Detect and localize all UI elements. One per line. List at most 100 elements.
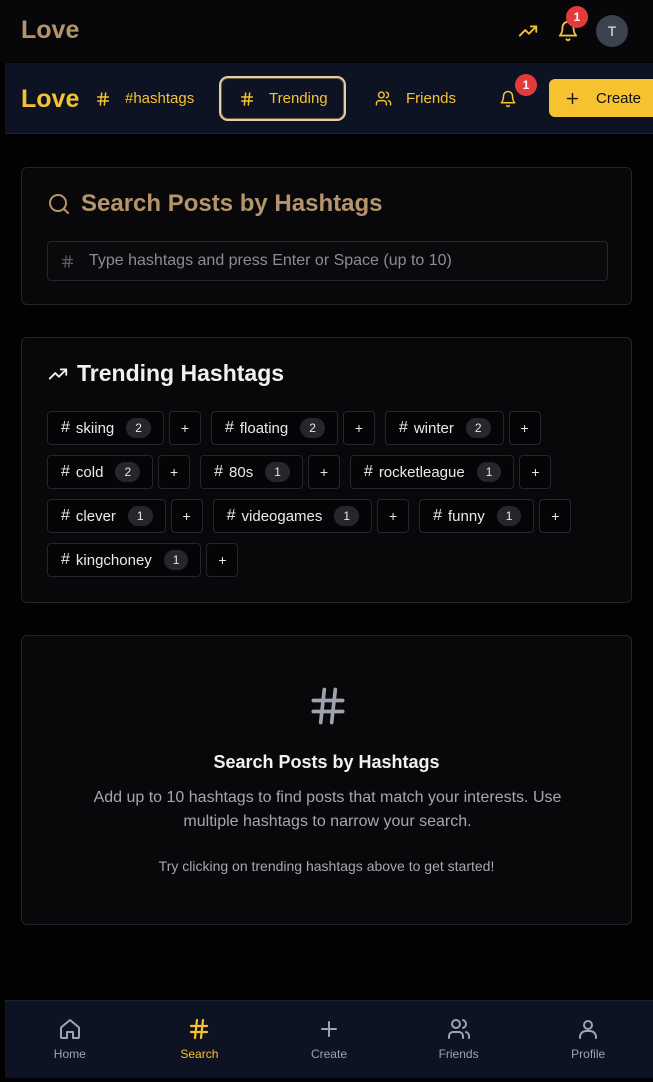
trending-card: Trending Hashtags # skiing 2 + # floating 2 … [21, 337, 632, 603]
tag-group: # kingchoney 1 + [47, 543, 239, 577]
add-hashtag-button[interactable]: + [170, 499, 203, 533]
bottom-nav-label: Friends [438, 1047, 479, 1061]
empty-state-title: Search Posts by Hashtags [213, 752, 440, 772]
bottom-nav-home[interactable]: Home [5, 1001, 135, 1078]
bottom-nav-label: Search [180, 1047, 219, 1061]
trending-tags: # skiing 2 + # floating 2 + # winter 2 + # cold… [47, 411, 617, 577]
hashtag-search-box[interactable] [47, 241, 608, 281]
search-card: Search Posts by Hashtags [21, 167, 632, 305]
hashtag-count: 2 [126, 418, 151, 438]
hashtag-count: 1 [496, 506, 522, 526]
empty-state-hint: Try clicking on trending hashtags above … [158, 858, 495, 874]
hashtag-chip[interactable]: # kingchoney 1 [47, 543, 202, 577]
hashtag-name: floating [239, 419, 289, 437]
search-title-text: Search Posts by Hashtags [81, 190, 383, 217]
hashtag-count: 2 [300, 418, 325, 438]
empty-state-description: Add up to 10 hashtags to find posts that… [93, 789, 562, 830]
add-hashtag-button[interactable]: + [206, 543, 239, 577]
hashtag-count: 2 [465, 418, 491, 438]
notification-badge: 1 [566, 6, 588, 28]
bottom-nav-label: Profile [571, 1047, 606, 1061]
hashtag-count: 1 [476, 462, 502, 482]
nav-bar: Love #hashtags Trending Friends 1 Create [5, 63, 653, 134]
notification-badge: 1 [515, 74, 537, 96]
hashtag-chip[interactable]: # clever 1 [47, 499, 166, 533]
bottom-nav-label: Create [310, 1047, 347, 1061]
create-label: Create [596, 89, 642, 107]
hashtag-chip[interactable]: # skiing 2 [47, 411, 164, 445]
bottom-nav-create[interactable]: Create [264, 1001, 394, 1078]
hashtag-name: videogames [241, 507, 323, 525]
nav-item-trending[interactable]: Trending [219, 76, 346, 121]
tag-group: # skiing 2 + [47, 411, 201, 445]
tag-group: # funny 1 + [419, 499, 572, 533]
trending-icon[interactable] [517, 20, 539, 42]
hashtag-count: 2 [115, 462, 141, 482]
add-hashtag-button[interactable]: + [377, 499, 410, 533]
hashtag-chip[interactable]: # cold 2 [47, 455, 154, 489]
add-hashtag-button[interactable]: + [342, 411, 375, 445]
bell-icon[interactable] [499, 90, 519, 110]
user-icon [579, 1020, 598, 1039]
bottom-nav-friends[interactable]: Friends [394, 1001, 524, 1078]
avatar[interactable]: T [596, 15, 628, 47]
hashtag-name: winter [413, 419, 454, 437]
hashtag-count: 1 [163, 550, 189, 570]
tag-group: #80s 1 + [200, 455, 340, 489]
hashtag-chip[interactable]: # floating 2 [210, 411, 338, 445]
tag-group: # rocketleague 1 + [349, 455, 552, 489]
hashtag-name: 80s [229, 463, 254, 481]
nav-item-hashtags[interactable]: #hashtags [95, 76, 194, 121]
add-hashtag-button[interactable]: + [158, 455, 191, 489]
bottom-nav-search[interactable]: Search [135, 1001, 265, 1078]
hashtag-chip[interactable]: # rocketleague 1 [349, 455, 515, 489]
hash-icon: # [433, 507, 442, 524]
add-hashtag-button[interactable]: + [508, 411, 541, 445]
nav-item-label: Friends [406, 90, 457, 107]
hashtag-chip[interactable]: # winter 2 [384, 411, 504, 445]
tag-group: # floating 2 + [210, 411, 375, 445]
hashtag-name: rocketleague [378, 463, 465, 481]
add-hashtag-button[interactable]: + [307, 455, 340, 489]
nav-brand[interactable]: Love [21, 85, 79, 114]
create-button[interactable]: Create [549, 79, 653, 117]
home-icon [59, 1019, 80, 1039]
hashtag-count: 1 [127, 506, 153, 526]
hash-icon: # [398, 419, 408, 436]
tag-group: # videogames 1 + [212, 499, 410, 533]
bottom-nav-label: Home [53, 1047, 86, 1061]
hashtag-count: 1 [334, 506, 360, 526]
nav-item-friends[interactable]: Friends [375, 76, 456, 121]
hash-icon: # [61, 507, 70, 524]
hash-icon [96, 91, 110, 106]
plus-icon [566, 92, 579, 104]
search-icon [49, 194, 69, 214]
hash-icon: # [214, 463, 224, 480]
hashtag-name: clever [75, 507, 116, 525]
brand-logo[interactable]: Love [21, 16, 79, 45]
add-hashtag-button[interactable]: + [539, 499, 572, 533]
add-hashtag-button[interactable]: + [168, 411, 201, 445]
bottom-nav-profile[interactable]: Profile [523, 1001, 653, 1078]
hash-icon: # [61, 463, 70, 480]
hash-icon: # [61, 551, 70, 568]
hashtag-name: cold [75, 463, 104, 481]
tag-group: # winter 2 + [384, 411, 541, 445]
empty-state-card: Search Posts by Hashtags Add up to 10 ha… [21, 635, 632, 925]
add-hashtag-button[interactable]: + [519, 455, 552, 489]
bottom-nav: Home Search Create Friends Profile [5, 1000, 653, 1078]
hashtag-chip[interactable]: # videogames 1 [212, 499, 373, 533]
trending-title: Trending Hashtags [47, 360, 284, 387]
hash-icon: # [61, 419, 70, 436]
hashtag-name: kingchoney [75, 551, 152, 569]
users-icon [447, 1019, 470, 1039]
hashtag-chip[interactable]: # funny 1 [419, 499, 535, 533]
tag-group: # cold 2 + [47, 455, 191, 489]
users-icon [375, 91, 392, 106]
hashtag-chip[interactable]: #80s 1 [200, 455, 303, 489]
plus-icon [320, 1021, 337, 1037]
tag-group: # clever 1 + [47, 499, 203, 533]
nav-item-label: #hashtags [125, 90, 195, 107]
hashtag-search-input[interactable] [89, 252, 589, 270]
search-title: Search Posts by Hashtags [47, 190, 382, 218]
